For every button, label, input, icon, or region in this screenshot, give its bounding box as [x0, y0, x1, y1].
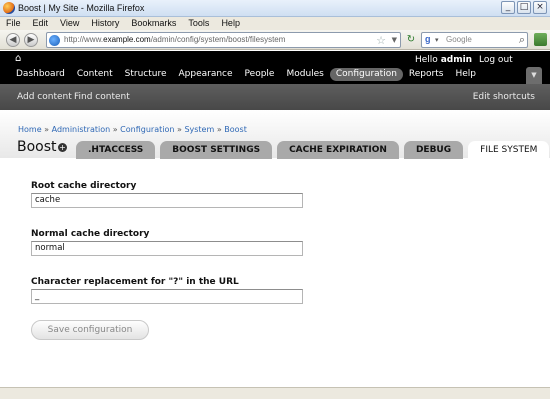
form-content: Root cache directory cache Normal cache … — [0, 159, 550, 387]
menu-item-structure[interactable]: Structure — [119, 68, 173, 81]
breadcrumb: Home » Administration » Configuration » … — [18, 125, 247, 134]
save-configuration-button[interactable]: Save configuration — [31, 320, 149, 340]
tab-htaccess[interactable]: .HTACCESS — [76, 141, 156, 159]
breadcrumb-boost[interactable]: Boost — [224, 125, 247, 134]
tab-debug[interactable]: DEBUG — [403, 141, 464, 159]
forward-icon[interactable]: ▶ — [24, 33, 38, 47]
username-link[interactable]: admin — [441, 55, 472, 65]
breadcrumb-administration[interactable]: Administration — [52, 125, 111, 134]
firefox-icon — [3, 2, 15, 14]
find-content-link[interactable]: Find content — [74, 92, 130, 102]
tab-boost-settings[interactable]: BOOST SETTINGS — [160, 141, 273, 159]
url-dropdown-icon[interactable]: ▼ — [392, 36, 397, 44]
menu-view[interactable]: View — [60, 17, 79, 30]
tab-cache-expiration[interactable]: CACHE EXPIRATION — [277, 141, 399, 159]
menu-file[interactable]: File — [6, 17, 21, 30]
browser-menubar: File Edit View History Bookmarks Tools H… — [0, 17, 550, 30]
search-engine-dropdown-icon[interactable]: ▾ — [435, 36, 439, 44]
maximize-button[interactable]: □ — [517, 1, 531, 14]
breadcrumb-home[interactable]: Home — [18, 125, 42, 134]
menu-help[interactable]: Help — [221, 17, 240, 30]
breadcrumb-configuration[interactable]: Configuration — [120, 125, 174, 134]
site-identity-icon[interactable] — [49, 35, 60, 46]
breadcrumb-system[interactable]: System — [184, 125, 214, 134]
addon-icon[interactable] — [534, 33, 547, 46]
close-button[interactable]: × — [533, 1, 547, 14]
menu-item-dashboard[interactable]: Dashboard — [10, 68, 71, 81]
window-titlebar: Boost | My Site - Mozilla Firefox _ □ × — [0, 0, 550, 17]
char-replacement-label: Character replacement for "?" in the URL — [31, 277, 239, 287]
search-placeholder[interactable]: Google — [446, 35, 472, 44]
bookmark-star-icon[interactable]: ☆ — [376, 34, 386, 47]
minimize-button[interactable]: _ — [501, 1, 515, 14]
shortcuts-bar: Add content Find content Edit shortcuts — [0, 84, 550, 110]
normal-cache-label: Normal cache directory — [31, 229, 150, 239]
edit-shortcuts-link[interactable]: Edit shortcuts — [473, 92, 535, 102]
root-cache-label: Root cache directory — [31, 181, 137, 191]
admin-menu: Dashboard Content Structure Appearance P… — [10, 68, 482, 81]
browser-statusbar — [0, 387, 550, 399]
google-icon[interactable]: g — [425, 34, 431, 44]
back-icon[interactable]: ◀ — [6, 33, 20, 47]
admin-toolbar: ⌂ Hello admin Log out Dashboard Content … — [0, 51, 550, 84]
window-title: Boost | My Site - Mozilla Firefox — [18, 3, 145, 13]
root-cache-input[interactable]: cache — [31, 193, 303, 208]
menu-history[interactable]: History — [91, 17, 119, 30]
tab-file-system[interactable]: FILE SYSTEM — [468, 141, 550, 159]
page-title: Boost — [17, 139, 57, 155]
logout-link[interactable]: Log out — [479, 55, 513, 65]
menu-bookmarks[interactable]: Bookmarks — [131, 17, 176, 30]
add-content-link[interactable]: Add content — [17, 92, 72, 102]
url-text[interactable]: http://www.example.com/admin/config/syst… — [64, 35, 285, 44]
toolbar-toggle-icon[interactable]: ▼ — [526, 67, 542, 84]
user-greeting: Hello admin — [415, 55, 473, 65]
char-replacement-input[interactable]: _ — [31, 289, 303, 304]
menu-item-reports[interactable]: Reports — [403, 68, 450, 81]
browser-navbar: ◀ ▶ http://www.example.com/admin/config/… — [0, 30, 550, 50]
url-bar[interactable]: http://www.example.com/admin/config/syst… — [46, 32, 401, 48]
search-box[interactable]: g ▾ Google ⌕ — [421, 32, 528, 48]
menu-item-configuration[interactable]: Configuration — [329, 68, 403, 81]
home-icon[interactable]: ⌂ — [15, 54, 25, 64]
menu-item-appearance[interactable]: Appearance — [173, 68, 239, 81]
menu-item-help[interactable]: Help — [449, 68, 482, 81]
normal-cache-input[interactable]: normal — [31, 241, 303, 256]
search-icon[interactable]: ⌕ — [519, 33, 525, 47]
secondary-tabs: .HTACCESS BOOST SETTINGS CACHE EXPIRATIO… — [76, 141, 550, 159]
menu-item-modules[interactable]: Modules — [280, 68, 329, 81]
add-shortcut-icon[interactable]: + — [58, 143, 67, 152]
menu-item-people[interactable]: People — [239, 68, 281, 81]
window-controls: _ □ × — [501, 1, 547, 14]
reload-icon[interactable]: ↻ — [404, 33, 418, 47]
menu-tools[interactable]: Tools — [188, 17, 209, 30]
menu-item-content[interactable]: Content — [71, 68, 119, 81]
menu-edit[interactable]: Edit — [33, 17, 49, 30]
